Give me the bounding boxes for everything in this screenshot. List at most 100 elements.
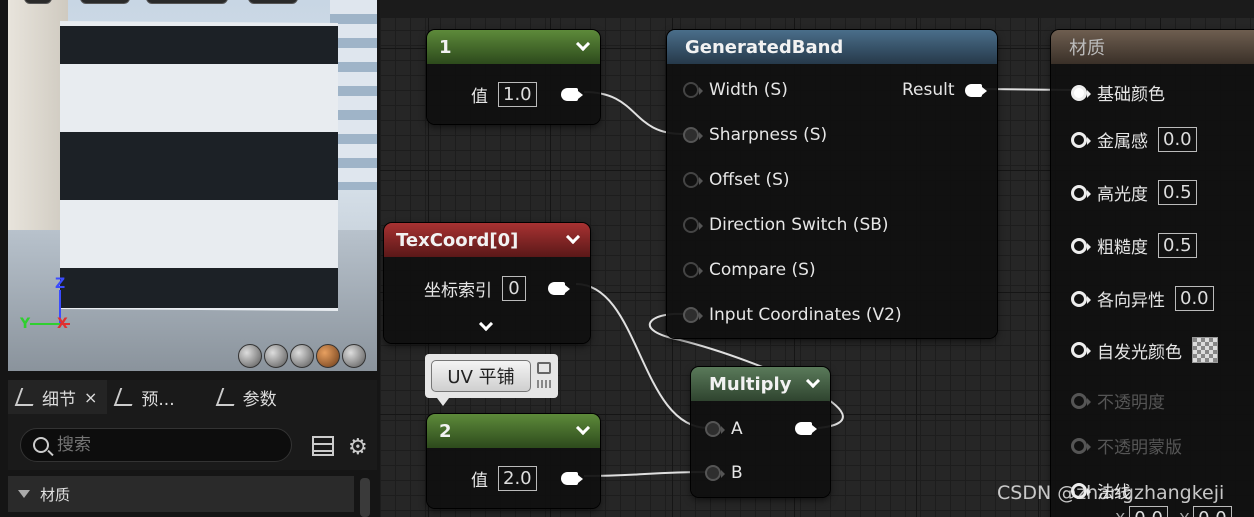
node-constant-2[interactable]: 2 值 2.0 (427, 414, 600, 508)
value-field[interactable]: 2.0 (498, 466, 537, 491)
comment-bubble[interactable]: UV 平铺 (425, 354, 558, 406)
normal-y-field[interactable]: 0.0 (1193, 506, 1232, 517)
input-pin-icon[interactable] (683, 307, 703, 323)
pin-label: Compare (S) (709, 260, 816, 280)
scrollbar[interactable] (360, 478, 370, 517)
output-pin-icon[interactable] (560, 88, 583, 101)
pin-label: 自发光颜色 (1097, 342, 1182, 363)
viewport-toolbar-button[interactable] (24, 0, 52, 4)
output-pin-icon[interactable] (795, 422, 817, 435)
graph-breadcrumb-bar (380, 0, 1254, 18)
tab-preview[interactable]: 预... (107, 380, 184, 414)
preview-cube-icon[interactable] (316, 344, 340, 368)
output-pin-icon[interactable] (548, 282, 570, 295)
pin-label: Input Coordinates (V2) (709, 305, 902, 325)
pin-icon[interactable] (537, 362, 551, 374)
node-header[interactable]: Multiply (691, 367, 830, 401)
pin-value-field[interactable]: 0.0 (1175, 286, 1214, 311)
search-box (20, 428, 292, 462)
tab-parameters-label: 参数 (242, 389, 277, 410)
node-header[interactable]: 2 (427, 414, 600, 448)
pin-label: 金属感 (1097, 132, 1148, 152)
chevron-down-icon[interactable] (575, 420, 591, 436)
pin-label: Sharpness (S) (709, 125, 828, 145)
input-pin-icon[interactable] (683, 82, 703, 98)
input-pin-icon[interactable] (683, 217, 703, 233)
material-section-header[interactable]: 材质 (8, 476, 354, 512)
input-pin-icon[interactable] (1071, 131, 1091, 148)
input-pin-icon[interactable] (683, 262, 703, 278)
node-header[interactable]: 材质 (1051, 30, 1254, 64)
node-title: Multiply (709, 373, 792, 395)
input-pin-icon[interactable] (1071, 237, 1091, 254)
preview-mesh-icon[interactable] (342, 344, 366, 368)
pin-label: Offset (S) (709, 170, 790, 190)
node-material-result[interactable]: 材质 基础颜色 金属感 0.0 高光度 0.5 粗糙度 0.5 各向异性 0.0 自发光… (1051, 30, 1254, 517)
pin-value-field[interactable]: 0.0 (1158, 127, 1197, 152)
input-pin-icon (1071, 392, 1091, 409)
close-icon[interactable]: × (84, 388, 97, 407)
left-panel: Z Y X 细节 × 预... 参数 ⚙ 材质 (0, 0, 380, 517)
viewport-toolbar-button[interactable] (80, 0, 130, 4)
value-field[interactable]: 1.0 (498, 82, 537, 107)
output-pin-icon[interactable] (560, 472, 583, 485)
node-multiply[interactable]: Multiply A B (691, 367, 830, 497)
axis-z-label: Z (55, 276, 66, 292)
input-pin-icon[interactable] (1071, 342, 1091, 358)
tab-details[interactable]: 细节 × (8, 380, 108, 414)
input-pin-icon[interactable] (1071, 290, 1091, 307)
chevron-down-icon[interactable] (805, 373, 821, 389)
preview-band (60, 26, 338, 64)
preview-shape-buttons (238, 344, 366, 368)
coordinate-index-label: 坐标索引 (424, 281, 492, 301)
tab-parameters[interactable]: 参数 (209, 380, 287, 414)
input-pin-icon[interactable] (683, 172, 703, 188)
input-pin-icon[interactable] (1071, 84, 1091, 101)
material-preview-viewport[interactable]: Z Y X (8, 0, 377, 371)
search-input[interactable] (57, 435, 257, 455)
search-row: ⚙ (8, 414, 377, 470)
gear-icon[interactable]: ⚙ (348, 435, 368, 460)
chevron-down-icon[interactable] (575, 36, 591, 52)
node-texcoord[interactable]: TexCoord[0] 坐标索引 0 (384, 223, 590, 343)
input-pin-icon[interactable] (705, 465, 725, 481)
expand-chevron-icon[interactable] (478, 316, 494, 332)
value-label: 值 (471, 87, 488, 107)
preview-plane-icon[interactable] (290, 344, 314, 368)
pencil-icon (215, 388, 240, 406)
normal-x-field[interactable]: 0.0 (1129, 506, 1168, 517)
pin-label: 粗糙度 (1097, 238, 1148, 258)
node-generated-band[interactable]: GeneratedBand Width (S) Sharpness (S) Of… (667, 30, 997, 338)
pin-label: A (731, 419, 743, 439)
pin-value-field[interactable]: 0.5 (1158, 233, 1197, 258)
search-icon (33, 437, 49, 453)
pencil-icon (14, 388, 40, 406)
preview-band (60, 132, 338, 200)
input-pin-icon[interactable] (705, 421, 725, 437)
comment-options-icon[interactable] (537, 380, 551, 388)
viewport-toolbar-button[interactable] (248, 0, 298, 4)
output-pin-icon[interactable] (964, 83, 987, 97)
pin-value-field[interactable]: 0.5 (1158, 180, 1197, 205)
pin-label: 高光度 (1097, 185, 1148, 205)
chevron-down-icon[interactable] (565, 229, 581, 245)
watermark: CSDN @zhangzhangkeji (997, 482, 1225, 504)
coordinate-index-field[interactable]: 0 (502, 276, 526, 301)
pin-label: 各向异性 (1097, 291, 1165, 311)
comment-label[interactable]: UV 平铺 (431, 360, 531, 392)
node-header[interactable]: 1 (427, 30, 600, 64)
viewport-toolbar-button[interactable] (146, 0, 228, 4)
preview-sphere-icon[interactable] (264, 344, 288, 368)
input-pin-icon[interactable] (1071, 184, 1091, 201)
pin-label: Width (S) (709, 80, 788, 100)
input-pin-icon[interactable] (683, 127, 703, 143)
node-title: TexCoord[0] (396, 229, 519, 251)
axis-y-label: Y (20, 316, 31, 332)
table-view-icon[interactable] (312, 436, 334, 456)
node-header[interactable]: TexCoord[0] (384, 223, 590, 257)
node-header[interactable]: GeneratedBand (667, 30, 997, 64)
preview-band (60, 268, 338, 308)
node-constant-1[interactable]: 1 值 1.0 (427, 30, 600, 124)
preview-cylinder-icon[interactable] (238, 344, 262, 368)
texture-swatch[interactable] (1192, 337, 1218, 363)
